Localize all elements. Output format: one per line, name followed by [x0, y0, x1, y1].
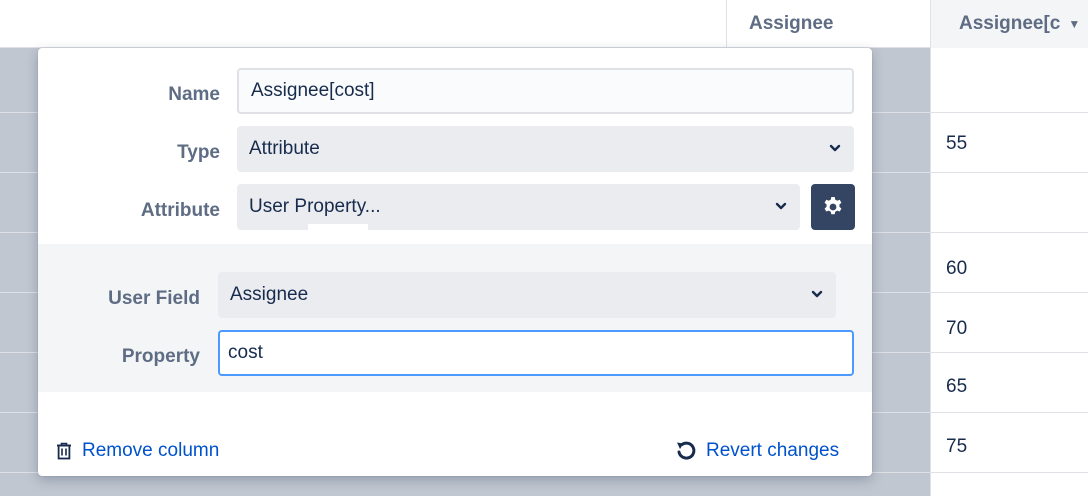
- sort-down-icon[interactable]: ▼: [1068, 17, 1080, 31]
- chevron-down-icon: [811, 290, 823, 298]
- property-input-value: cost: [228, 342, 263, 363]
- revert-icon: [677, 441, 696, 460]
- table-header-row: Assignee Assignee[c ▼: [0, 0, 1088, 48]
- attribute-label: Attribute: [140, 200, 220, 221]
- table-cell[interactable]: 55: [946, 133, 967, 155]
- name-input-value: Assignee[cost]: [251, 80, 375, 101]
- trash-icon: [57, 442, 71, 460]
- column-header-assignee-cost[interactable]: Assignee[c ▼: [930, 0, 1088, 48]
- name-input[interactable]: Assignee[cost]: [237, 68, 854, 114]
- type-select[interactable]: Attribute: [237, 126, 854, 172]
- revert-changes-label: Revert changes: [706, 440, 840, 461]
- user-field-select-value: Assignee: [230, 284, 309, 305]
- column-header-label: Assignee: [749, 13, 834, 34]
- gear-icon: [824, 197, 842, 215]
- remove-column-label: Remove column: [82, 440, 220, 461]
- user-field-select[interactable]: Assignee: [218, 272, 836, 318]
- table-cell[interactable]: 70: [946, 318, 967, 340]
- column-header-label: Assignee[c: [959, 13, 1061, 34]
- attribute-select-value: User Property...: [249, 196, 381, 217]
- chevron-down-icon: [775, 202, 787, 210]
- user-field-label: User Field: [108, 288, 200, 309]
- column-header-assignee[interactable]: Assignee: [726, 0, 926, 48]
- table-cell[interactable]: 60: [946, 258, 967, 280]
- property-label: Property: [121, 346, 200, 367]
- property-input[interactable]: cost: [218, 330, 854, 376]
- revert-changes-link[interactable]: Revert changes: [674, 440, 839, 462]
- table-cell[interactable]: 75: [946, 436, 967, 458]
- remove-column-link[interactable]: Remove column: [54, 440, 219, 462]
- pointer-cover: [308, 224, 368, 244]
- column-config-popup: Name Assignee[cost] Type Attribute Attri…: [38, 48, 872, 476]
- type-label: Type: [177, 142, 220, 163]
- attribute-settings-button[interactable]: [811, 184, 855, 230]
- type-select-value: Attribute: [249, 138, 320, 159]
- chevron-down-icon: [829, 144, 841, 152]
- table-cell[interactable]: 65: [946, 376, 967, 398]
- name-label: Name: [168, 84, 220, 105]
